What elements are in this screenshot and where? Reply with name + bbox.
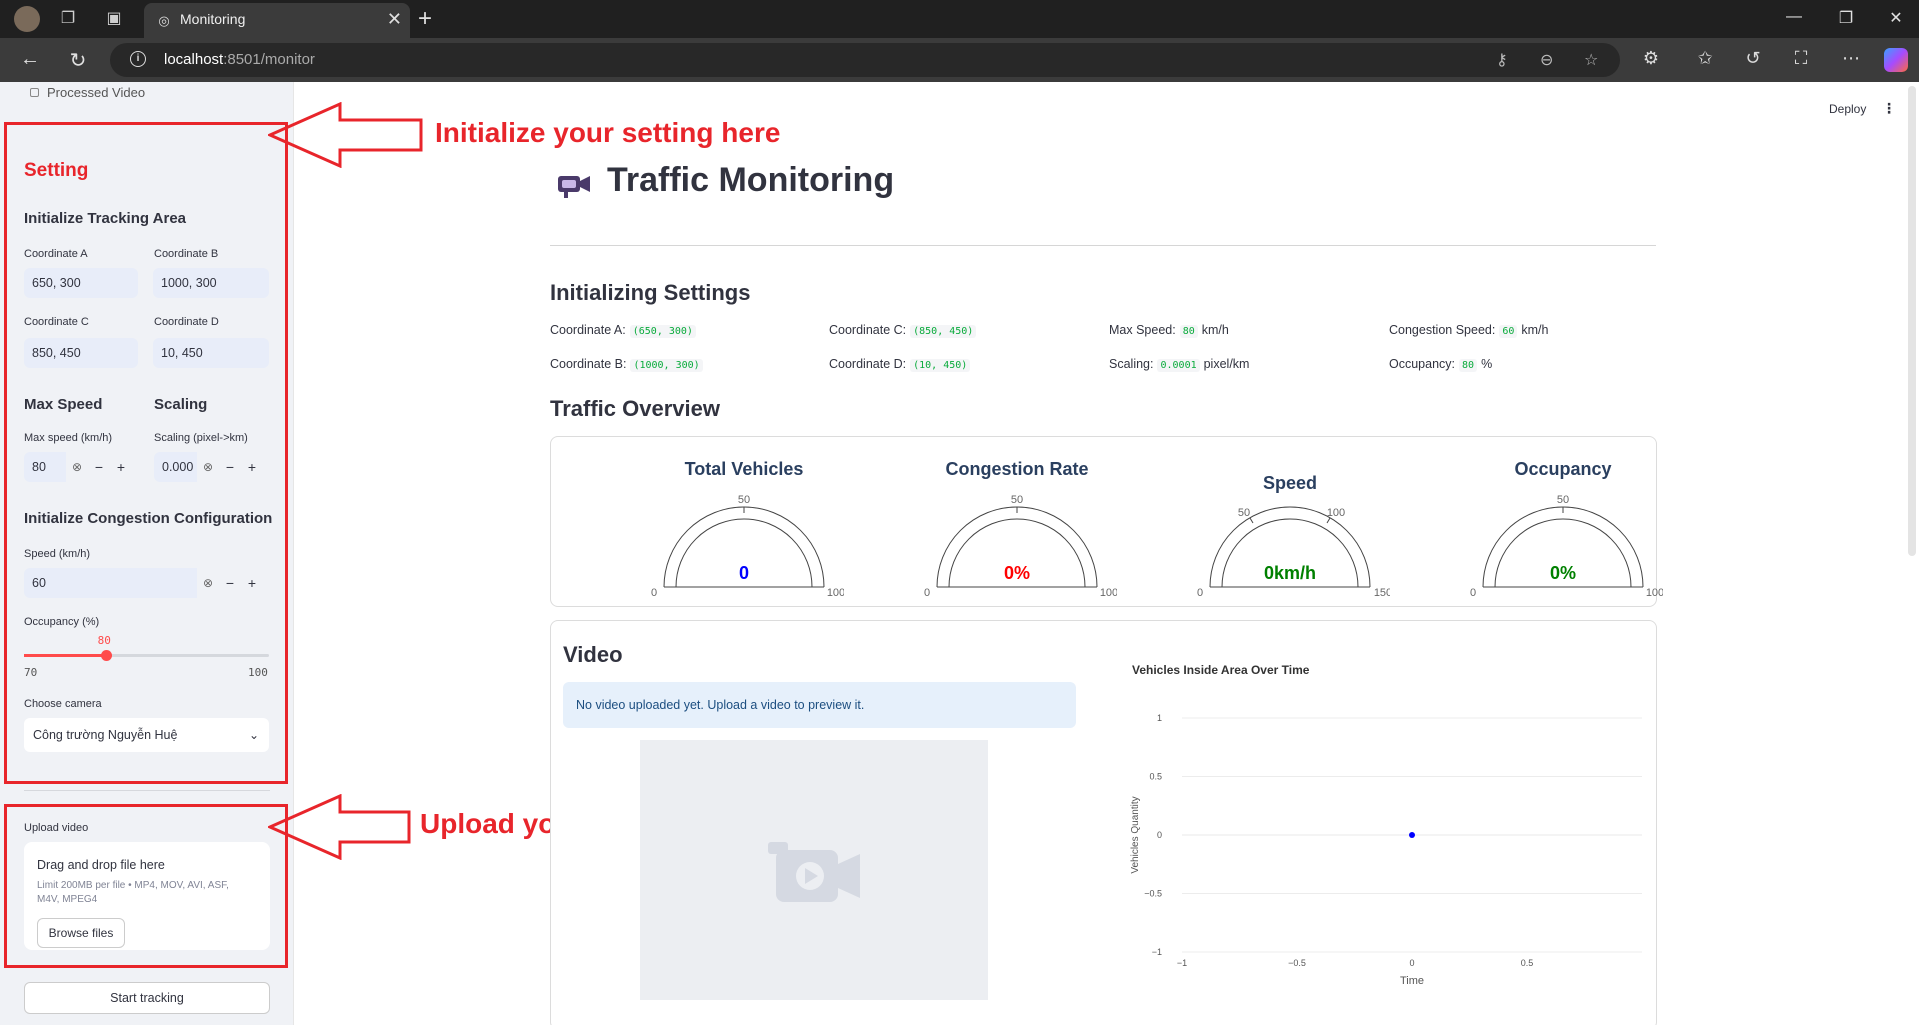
gauge-tick: 50 [1238,507,1250,519]
gauge-tick: 50 [1557,494,1569,506]
overview-card: Total Vehicles 50 0 100 0 Congestion Rat… [550,436,1663,607]
setting-occupancy: Occupancy: 80% [1389,357,1493,372]
gauge-value: 0% [1550,563,1576,583]
restore-icon[interactable]: ❐ [1826,8,1866,28]
upload-highlight-box [4,804,288,968]
setting-coord-b: Coordinate B: (1000, 300) [550,357,707,372]
page-scrollbar[interactable] [1908,86,1916,556]
gauge-speed: Speed 50 100 0 150 0km/h [1190,437,1390,607]
x-tick-label: −0.5 [1288,958,1306,968]
x-tick-label: 0.5 [1521,958,1534,968]
setting-coord-d: Coordinate D: (10, 450) [829,357,974,372]
gauge-title: Congestion Rate [945,459,1089,479]
browser-tab[interactable]: ◎ Monitoring ✕ [144,3,410,38]
x-tick-label: 0 [1409,958,1414,968]
gauge-value: 0% [1004,563,1030,583]
profile-avatar[interactable] [14,6,40,32]
deploy-button[interactable]: Deploy [1829,102,1866,116]
browser-tab-bar: ❐ ▣ ◎ Monitoring ✕ + — ❐ ✕ [0,0,1919,38]
gauge-tick: 0 [924,587,930,599]
setting-max-speed: Max Speed: 80 km/h [1109,323,1229,338]
y-tick-label: 1 [1157,713,1162,723]
setting-congestion-speed: Congestion Speed: 60 km/h [1389,323,1549,338]
gauge-tick: 100 [1646,587,1663,599]
site-info-icon[interactable]: i [130,51,146,67]
zoom-icon[interactable]: ⊖ [1540,50,1553,70]
initializing-settings-header: Initializing Settings [550,280,751,305]
gauge-value: 0km/h [1264,563,1316,583]
refresh-icon[interactable]: ↻ [64,48,92,73]
screenshot-icon[interactable]: ⛶ [1788,48,1814,69]
minimize-icon[interactable]: — [1774,8,1814,26]
gauge-tick: 50 [738,494,750,506]
gauge-tick: 100 [827,587,844,599]
x-axis-label: Time [1400,975,1424,987]
traffic-overview-header: Traffic Overview [550,396,720,421]
copilot-icon[interactable] [1884,48,1908,72]
url-field[interactable]: i localhost:8501/monitor ⚷ ⊖ ☆ [110,43,1620,77]
video-camera-placeholder-icon [768,842,860,902]
page-icon [30,88,39,97]
address-bar-row: ← ↻ i localhost:8501/monitor ⚷ ⊖ ☆ ⚙ ✩ ↺… [0,38,1919,82]
start-tracking-button[interactable]: Start tracking [24,982,270,1014]
gauge-tick: 50 [1011,494,1023,506]
workspaces-icon[interactable]: ❐ [58,9,78,29]
gauge-tick: 0 [1197,587,1203,599]
gauge-value: 0 [739,563,749,583]
x-tick-label: −1 [1177,958,1187,968]
divider [24,790,270,791]
settings-highlight-box [4,122,288,784]
setting-scaling: Scaling: 0.0001 pixel/km [1109,357,1250,372]
y-axis-label: Vehicles Quantity [1130,796,1141,873]
gauge-occupancy: Occupancy 50 0 100 0% [1463,437,1663,607]
gauge-title: Occupancy [1514,459,1612,479]
tab-actions-icon[interactable]: ▣ [104,9,124,29]
video-camera-icon [558,176,590,198]
history-icon[interactable]: ↺ [1740,48,1766,69]
sidebar-item-processed-video[interactable]: Processed Video [30,85,145,100]
main-menu-icon[interactable]: ⋮ [1882,100,1896,117]
gauge-total-vehicles: Total Vehicles 50 0 100 0 [644,437,844,607]
gauge-tick: 0 [651,587,657,599]
streamlit-favicon-icon: ◎ [158,13,170,28]
gauge-tick: 100 [1327,507,1345,519]
data-point [1409,832,1415,838]
gauge-tick: 150 [1374,587,1390,599]
video-placeholder [640,740,988,1000]
gauge-title: Total Vehicles [684,459,804,479]
upload-arrow-icon [268,794,411,860]
settings-arrow-icon [268,102,423,168]
key-icon[interactable]: ⚷ [1496,50,1508,70]
extensions-icon[interactable]: ⚙ [1638,48,1664,69]
y-tick-label: −1 [1152,947,1162,957]
y-tick-label: 0.5 [1149,772,1162,782]
settings-annotation: Initialize your setting here [435,117,781,148]
favorites-icon[interactable]: ✩ [1692,48,1718,69]
gauge-tick: 100 [1100,587,1117,599]
page-title: Traffic Monitoring [607,161,895,199]
title-divider [550,245,1656,246]
tab-title: Monitoring [180,11,246,27]
video-info-alert: No video uploaded yet. Upload a video to… [563,682,1076,728]
y-tick-label: −0.5 [1144,889,1162,899]
favorite-star-icon[interactable]: ☆ [1584,50,1598,70]
url-text: localhost:8501/monitor [164,51,315,68]
window-close-icon[interactable]: ✕ [1876,8,1916,28]
more-icon[interactable]: ⋯ [1838,48,1864,69]
back-icon[interactable]: ← [16,48,44,71]
new-tab-icon[interactable]: + [418,5,432,33]
y-tick-label: 0 [1157,830,1162,840]
chart-title: Vehicles Inside Area Over Time [1132,663,1310,677]
gauge-tick: 0 [1470,587,1476,599]
setting-coord-c: Coordinate C: (850, 450) [829,323,980,338]
close-tab-icon[interactable]: ✕ [387,9,402,30]
vehicles-chart: 1 0.5 0 −0.5 −1 −1 −0.5 0 0.5 Time Vehicles Quanti… [1130,713,1642,987]
setting-coord-a: Coordinate A: (650, 300) [550,323,700,338]
video-header: Video [563,642,623,667]
gauge-congestion-rate: Congestion Rate 50 0 100 0% [917,437,1117,607]
